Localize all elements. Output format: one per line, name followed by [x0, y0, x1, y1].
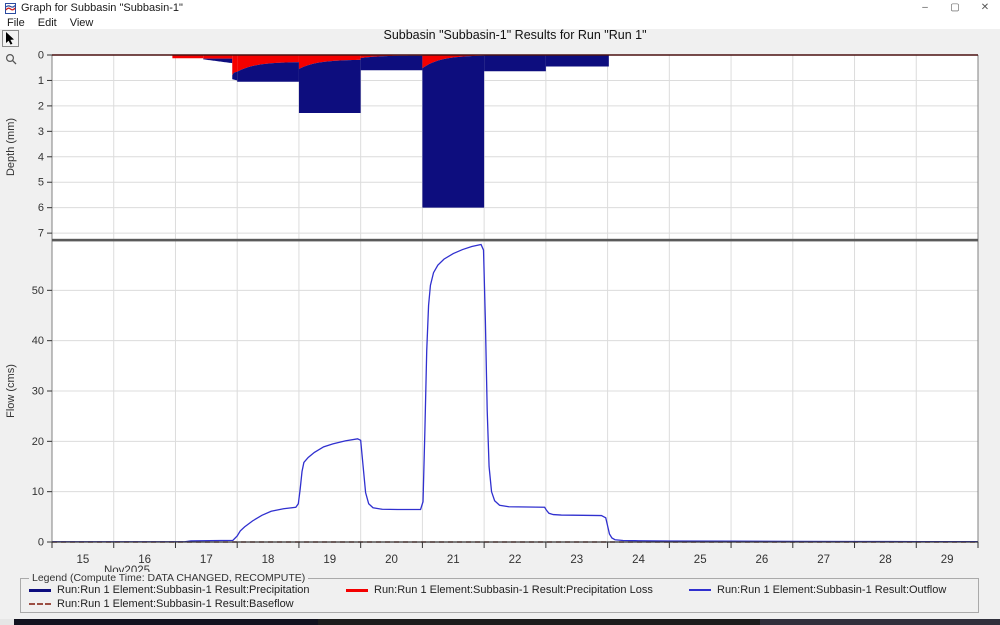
- taskbar-strip: [318, 619, 760, 625]
- maximize-button[interactable]: ▢: [940, 0, 970, 16]
- pointer-cursor-icon: [5, 32, 16, 45]
- svg-text:17: 17: [200, 554, 213, 566]
- menu-view[interactable]: View: [70, 17, 94, 29]
- precipitation-area: [232, 72, 237, 81]
- precipitation-loss-swatch-icon: [346, 589, 368, 592]
- precip-loss-area: [361, 55, 423, 58]
- precipitation-area: [422, 56, 484, 208]
- svg-text:25: 25: [694, 554, 707, 566]
- title-bar: Graph for Subbasin "Subbasin-1" – ▢ ✕: [0, 0, 1000, 16]
- precip-loss-area: [484, 55, 546, 56]
- svg-text:7: 7: [38, 228, 44, 240]
- taskbar-strip: [760, 619, 1000, 625]
- svg-text:1: 1: [38, 75, 44, 87]
- outflow-swatch-icon: [689, 589, 711, 591]
- svg-text:0: 0: [38, 50, 44, 62]
- menu-edit[interactable]: Edit: [38, 17, 57, 29]
- svg-text:3: 3: [38, 126, 44, 138]
- svg-text:50: 50: [32, 285, 44, 297]
- minimize-button[interactable]: –: [910, 0, 940, 16]
- precipitation-area: [546, 55, 609, 66]
- legend-title: Legend (Compute Time: DATA CHANGED, RECO…: [29, 572, 308, 584]
- svg-text:Flow (cms): Flow (cms): [5, 364, 17, 418]
- precipitation-area: [237, 62, 299, 82]
- legend: Legend (Compute Time: DATA CHANGED, RECO…: [20, 578, 979, 613]
- svg-text:20: 20: [32, 436, 44, 448]
- results-chart: 0123456701020304050151617181920212223242…: [0, 0, 1000, 618]
- baseflow-swatch-icon: [29, 603, 51, 605]
- precip-loss-area: [203, 55, 232, 59]
- taskbar-strip: [14, 619, 318, 625]
- legend-item-precipitation: Run:Run 1 Element:Subbasin-1 Result:Prec…: [29, 584, 310, 596]
- svg-text:30: 30: [32, 386, 44, 398]
- precipitation-area: [203, 59, 232, 64]
- svg-text:19: 19: [323, 554, 336, 566]
- svg-text:21: 21: [447, 554, 460, 566]
- precipitation-area: [484, 55, 546, 71]
- precip-loss-area: [237, 55, 299, 72]
- svg-text:27: 27: [817, 554, 830, 566]
- precipitation-swatch-icon: [29, 589, 51, 592]
- pointer-tool-button[interactable]: [2, 30, 19, 47]
- taskbar-strip: [0, 619, 14, 625]
- precip-loss-area: [172, 55, 203, 58]
- svg-text:6: 6: [38, 202, 44, 214]
- svg-text:26: 26: [756, 554, 769, 566]
- svg-text:40: 40: [32, 335, 44, 347]
- legend-item-baseflow: Run:Run 1 Element:Subbasin-1 Result:Base…: [29, 598, 294, 610]
- precipitation-area: [361, 56, 423, 71]
- close-button[interactable]: ✕: [970, 0, 1000, 16]
- precip-loss-area: [299, 55, 361, 69]
- outflow-line: [52, 245, 978, 542]
- svg-text:18: 18: [262, 554, 275, 566]
- svg-text:Depth (mm): Depth (mm): [5, 118, 17, 176]
- menu-file[interactable]: File: [7, 17, 25, 29]
- svg-text:15: 15: [76, 554, 89, 566]
- svg-text:22: 22: [509, 554, 522, 566]
- magnifier-icon: [5, 53, 17, 65]
- svg-text:23: 23: [570, 554, 583, 566]
- svg-text:20: 20: [385, 554, 398, 566]
- legend-item-precipitation-loss: Run:Run 1 Element:Subbasin-1 Result:Prec…: [346, 584, 653, 596]
- legend-item-outflow: Run:Run 1 Element:Subbasin-1 Result:Outf…: [689, 584, 946, 596]
- svg-text:10: 10: [32, 486, 44, 498]
- window-title: Graph for Subbasin "Subbasin-1": [21, 2, 183, 14]
- svg-text:5: 5: [38, 177, 44, 189]
- svg-text:4: 4: [38, 151, 44, 163]
- svg-text:2: 2: [38, 100, 44, 112]
- svg-text:16: 16: [138, 554, 151, 566]
- chart-title: Subbasin "Subbasin-1" Results for Run "R…: [52, 28, 978, 42]
- precip-loss-area: [232, 55, 237, 75]
- tool-strip: [2, 30, 22, 67]
- precipitation-area: [299, 60, 361, 113]
- menu-bar: File Edit View: [0, 16, 1000, 29]
- svg-text:24: 24: [632, 554, 645, 566]
- precip-loss-area: [422, 55, 484, 68]
- zoom-tool-button[interactable]: [2, 50, 19, 67]
- svg-text:28: 28: [879, 554, 892, 566]
- hec-hms-app-icon: [5, 3, 16, 14]
- svg-text:0: 0: [38, 537, 44, 549]
- svg-text:29: 29: [941, 554, 954, 566]
